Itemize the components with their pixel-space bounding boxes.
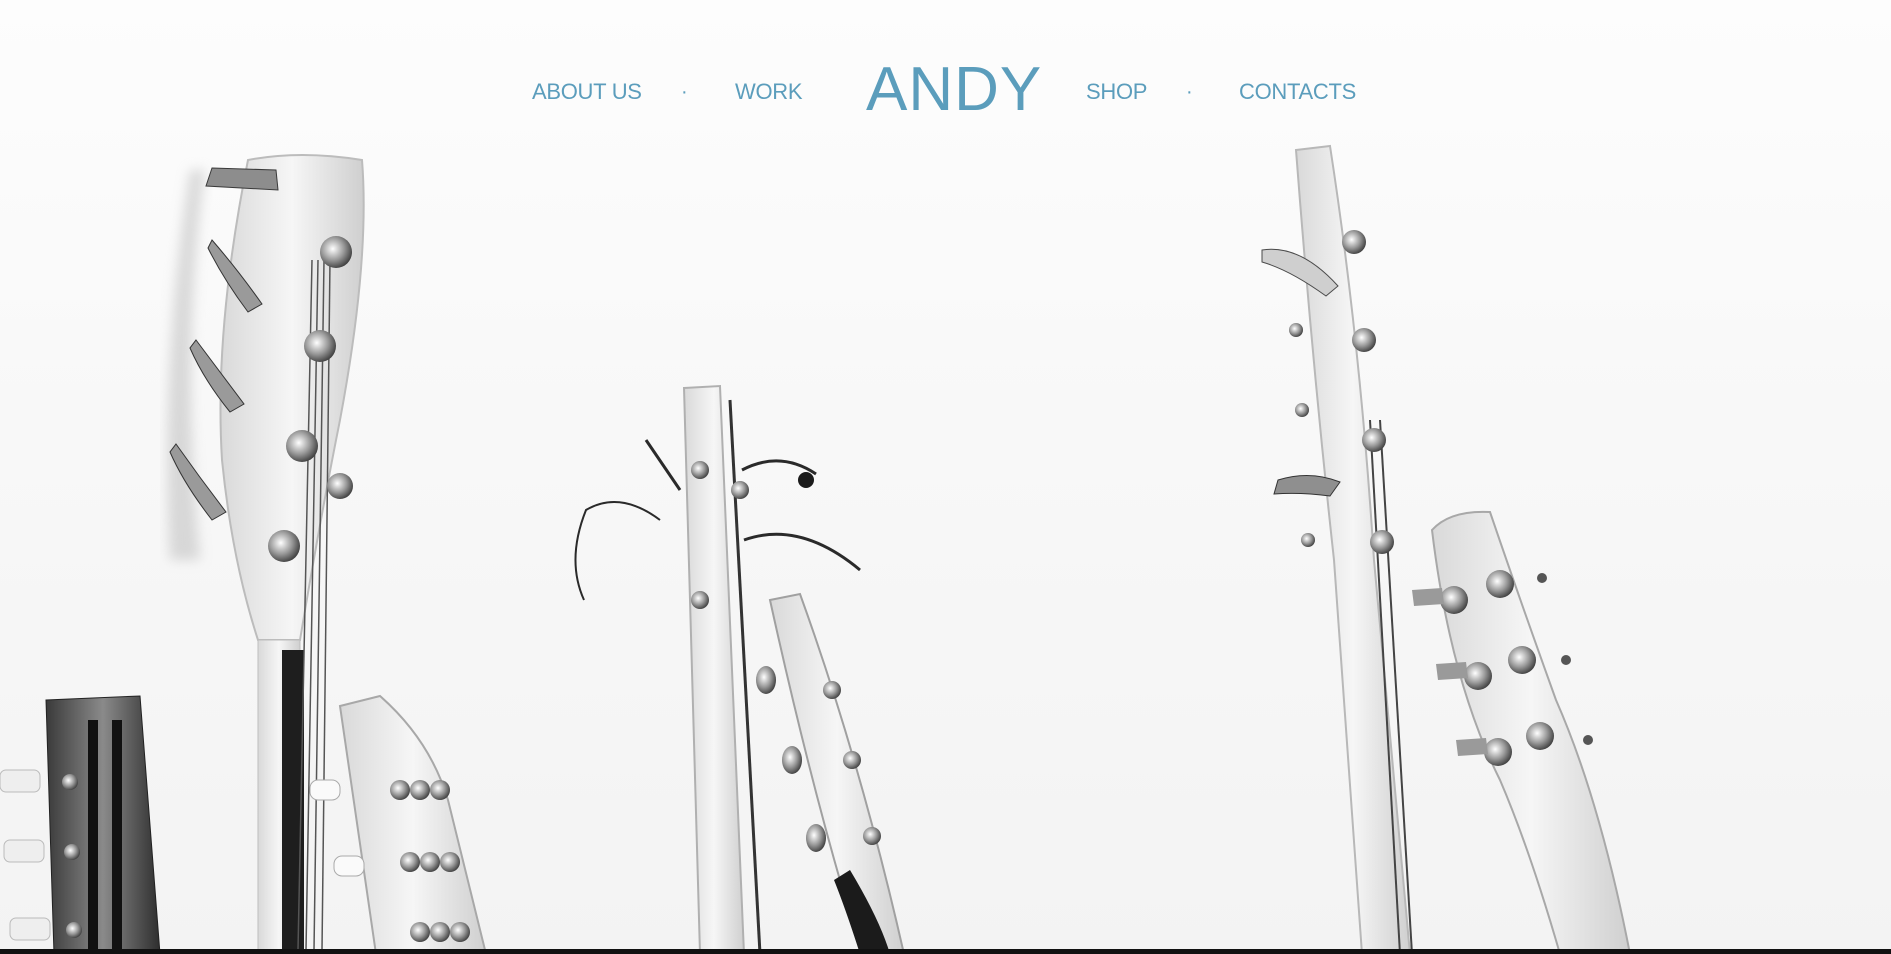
- top-navigation: ABOUT US · WORK ANDY SHOP · CONTACTS: [0, 52, 1891, 132]
- guitar-center-right: [756, 592, 906, 954]
- nav-work-link[interactable]: WORK: [735, 78, 803, 106]
- nav-about-us-link[interactable]: ABOUT US: [532, 78, 642, 106]
- nav-separator: ·: [1186, 81, 1193, 103]
- bottom-bar: [0, 949, 1891, 954]
- nav-shop-link[interactable]: SHOP: [1086, 78, 1147, 106]
- guitar-bottom-left: [0, 695, 161, 954]
- nav-separator: ·: [681, 81, 688, 103]
- guitar-bottom-center-left: [309, 694, 488, 954]
- guitar-left-tall: [167, 154, 365, 951]
- guitar-right-tall: [1261, 144, 1413, 954]
- page: ABOUT US · WORK ANDY SHOP · CONTACTS: [0, 0, 1891, 954]
- nav-contacts-link[interactable]: CONTACTS: [1239, 78, 1356, 106]
- hero-guitar-photo: [0, 144, 1632, 954]
- guitar-right: [1412, 510, 1632, 954]
- brand-logo[interactable]: ANDY: [866, 52, 1042, 128]
